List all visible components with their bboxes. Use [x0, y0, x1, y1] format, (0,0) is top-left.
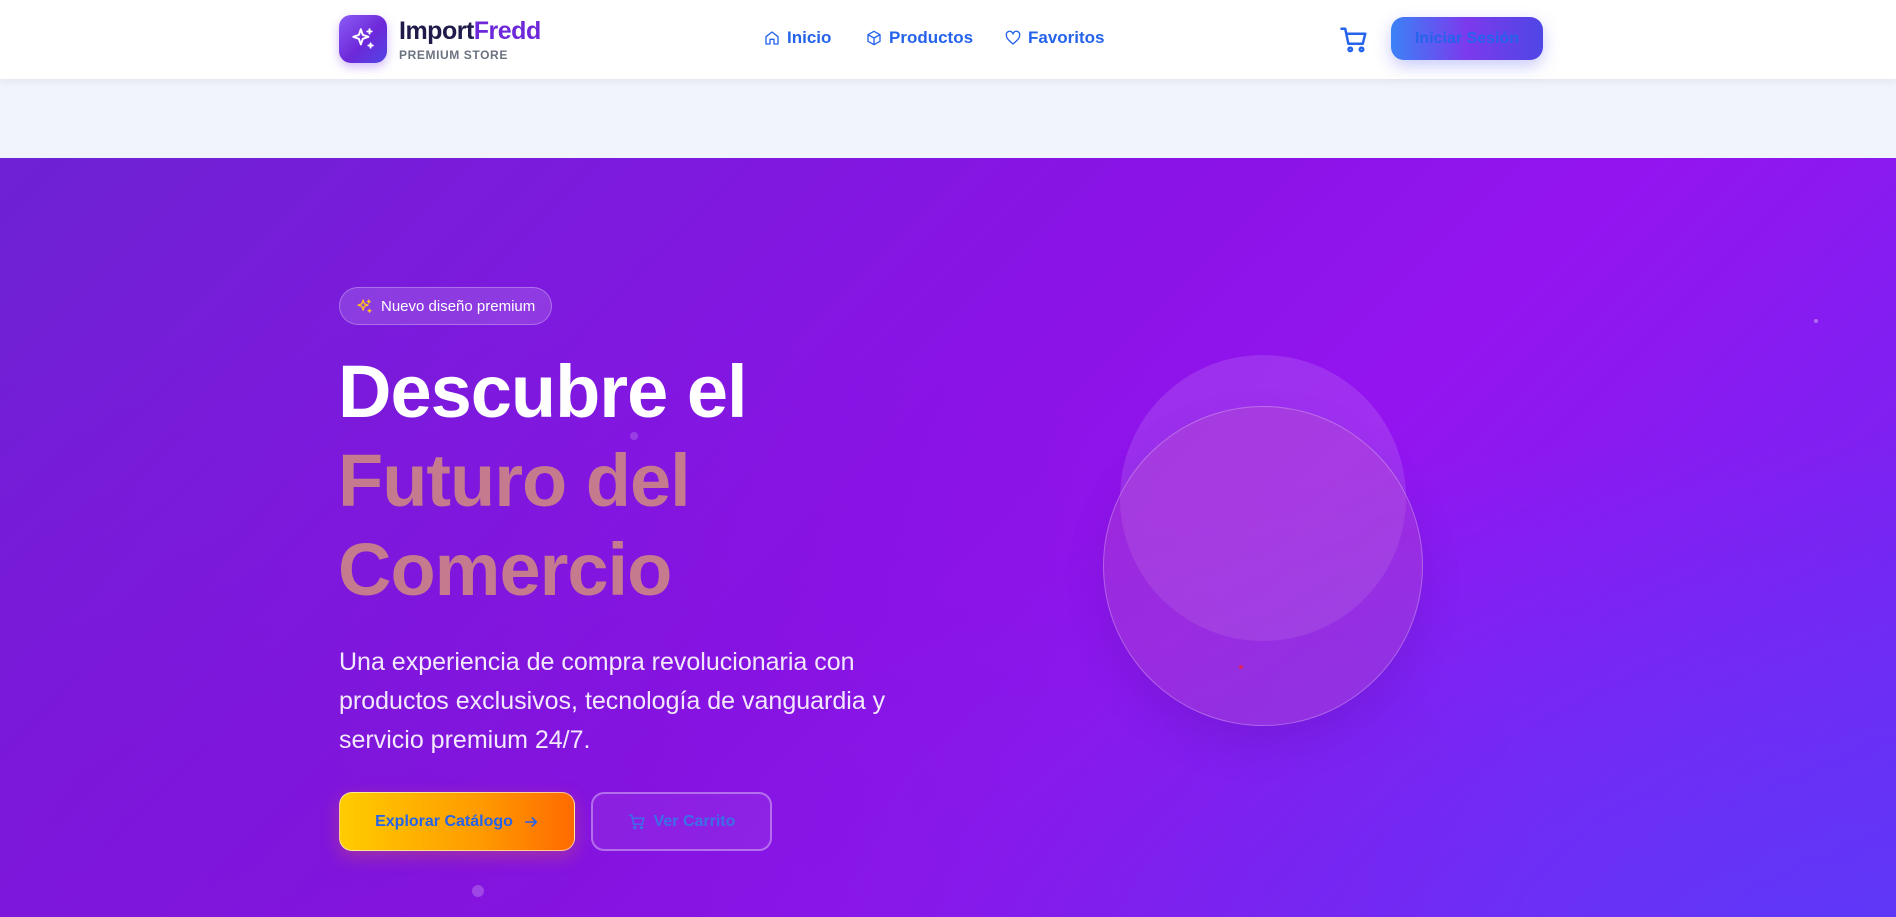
arrow-right-icon: [524, 816, 538, 827]
brand-subtitle: PREMIUM STORE: [399, 48, 508, 62]
box-icon: [867, 30, 881, 46]
login-button[interactable]: Iniciar Sesión: [1391, 17, 1543, 60]
nav-item-productos[interactable]: Productos: [866, 28, 973, 48]
brand-name-part1: Import: [399, 17, 474, 45]
hero-section: Nuevo diseño premium Descubre el Futuro …: [0, 158, 1896, 917]
cart-button[interactable]: [1339, 25, 1369, 55]
hero-badge: Nuevo diseño premium: [339, 287, 553, 325]
nav-item-label: Favoritos: [1028, 28, 1105, 47]
nav-item-inicio[interactable]: Inicio: [764, 28, 831, 48]
hero-title-line-3: Comercio: [338, 528, 672, 611]
brand-name-part2: Fredd: [473, 17, 541, 45]
top-navbar: ImportFredd PREMIUM STORE Inicio Product…: [0, 0, 1896, 79]
view-cart-button[interactable]: Ver Carrito: [591, 792, 772, 851]
hero-title-line-2: Futuro del: [338, 439, 691, 522]
decorative-circle-front: [1103, 406, 1423, 726]
explore-catalog-button[interactable]: Explorar Catálogo: [339, 792, 575, 851]
hero-description: Una experiencia de compra revolucionaria…: [339, 648, 886, 754]
cart-icon: [1340, 27, 1367, 53]
view-cart-label: Ver Carrito: [653, 812, 736, 830]
explore-catalog-label: Explorar Catálogo: [375, 812, 513, 830]
logo[interactable]: [339, 15, 387, 63]
nav-item-label: Inicio: [787, 28, 832, 47]
brand-name: ImportFredd: [399, 16, 541, 46]
hero-title-line-1: Descubre el: [338, 350, 748, 433]
cart-icon: [628, 814, 645, 829]
decorative-dot: [1814, 319, 1818, 323]
sparkles-icon: [352, 28, 374, 49]
nav-item-label: Productos: [889, 28, 974, 47]
decorative-dot: [472, 885, 484, 897]
brand[interactable]: ImportFredd PREMIUM STORE: [399, 16, 541, 62]
home-icon: [765, 31, 779, 45]
sparkles-icon: [357, 298, 372, 313]
hero-gradient-overlay: [0, 158, 1896, 917]
hero-badge-label: Nuevo diseño premium: [381, 297, 536, 315]
decorative-dot: [1239, 665, 1243, 669]
heart-icon: [1005, 30, 1021, 45]
nav-item-favoritos[interactable]: Favoritos: [1005, 28, 1105, 48]
